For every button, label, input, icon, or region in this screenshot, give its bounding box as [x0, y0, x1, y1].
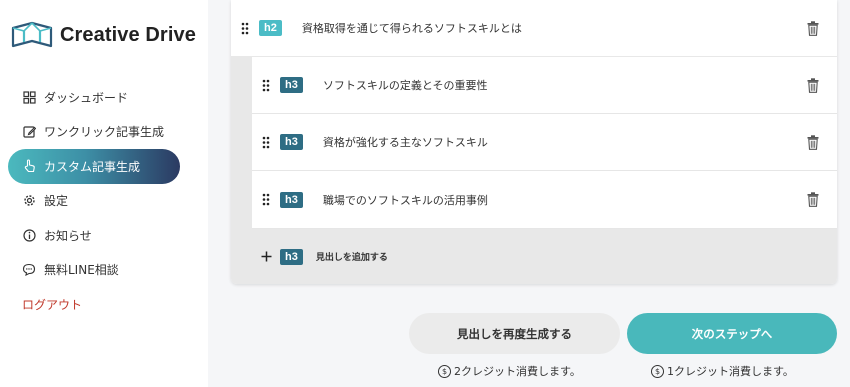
logo-icon [11, 21, 53, 48]
sidebar-item-custom[interactable]: カスタム記事生成 [8, 149, 180, 184]
credit-text: 2クレジット消費します。 [454, 365, 581, 378]
heading-text[interactable]: ソフトスキルの定義とその重要性 [323, 77, 488, 93]
trash-icon[interactable] [807, 78, 819, 93]
next-button-label: 次のステップへ [691, 326, 773, 341]
edit-icon [22, 125, 36, 139]
drag-handle-icon[interactable] [261, 135, 271, 149]
credit-coin-icon: $ [438, 364, 451, 378]
logout-link[interactable]: ログアウト [8, 287, 180, 322]
pointer-hand-icon [22, 159, 36, 173]
outline-card: h2 資格取得を通じて得られるソフトスキルとは h3 ソフトスキルの定義とその重… [231, 0, 837, 284]
drag-handle-icon[interactable] [261, 193, 271, 207]
sidebar-item-label: カスタム記事生成 [44, 159, 141, 174]
add-heading-row[interactable]: h3 見出しを追加する [252, 229, 837, 284]
heading-text[interactable]: 資格取得を通じて得られるソフトスキルとは [302, 20, 522, 36]
add-heading-label[interactable]: 見出しを追加する [316, 250, 388, 263]
next-credit-note: $ 1クレジット消費します。 [651, 363, 794, 379]
sidebar-item-label: ワンクリック記事生成 [44, 125, 165, 140]
sidebar-item-line-consult[interactable]: 無料LINE相談 [8, 253, 180, 288]
heading-level-badge: h3 [280, 191, 303, 208]
sidebar-item-label: ダッシュボード [44, 90, 129, 105]
grid-icon [22, 90, 36, 104]
drag-handle-icon[interactable] [240, 21, 250, 35]
outline-row-h3[interactable]: h3 ソフトスキルの定義とその重要性 [252, 57, 837, 114]
sidebar-item-label: 設定 [44, 194, 69, 209]
outline-row-h3[interactable]: h3 職場でのソフトスキルの活用事例 [252, 171, 837, 229]
info-icon [22, 228, 36, 242]
logout-label: ログアウト [22, 297, 83, 312]
regenerate-credit-note: $ 2クレジット消費します。 [438, 363, 581, 379]
next-step-button[interactable]: 次のステップへ [627, 313, 837, 354]
sidebar-item-label: お知らせ [44, 228, 92, 243]
drag-handle-icon[interactable] [261, 78, 271, 92]
outline-row-h2[interactable]: h2 資格取得を通じて得られるソフトスキルとは [231, 0, 837, 57]
heading-level-badge[interactable]: h3 [280, 248, 303, 265]
nesting-indent [231, 57, 252, 284]
heading-level-badge: h3 [280, 134, 303, 150]
sidebar-item-settings[interactable]: 設定 [8, 184, 180, 219]
regenerate-headings-button[interactable]: 見出しを再度生成する [409, 313, 620, 354]
gear-icon [22, 194, 36, 208]
trash-icon[interactable] [807, 135, 819, 150]
sidebar-item-label: 無料LINE相談 [44, 263, 119, 278]
outline-row-h3[interactable]: h3 資格が強化する主なソフトスキル [252, 114, 837, 171]
sidebar: Creative Drive ダッシュボード ワンクリック記事生成 カスタム記事… [0, 0, 208, 387]
heading-text[interactable]: 資格が強化する主なソフトスキル [323, 134, 488, 150]
regenerate-button-label: 見出しを再度生成する [457, 326, 572, 341]
credit-text: 1クレジット消費します。 [667, 365, 794, 378]
heading-text[interactable]: 職場でのソフトスキルの活用事例 [323, 192, 488, 208]
heading-level-badge: h2 [259, 20, 282, 36]
sidebar-item-one-click[interactable]: ワンクリック記事生成 [8, 115, 180, 150]
trash-icon[interactable] [807, 21, 819, 36]
credit-coin-icon: $ [651, 364, 664, 378]
sidebar-nav: ダッシュボード ワンクリック記事生成 カスタム記事生成 設定 お知らせ 無料LI… [8, 80, 180, 322]
trash-icon[interactable] [807, 192, 819, 207]
sidebar-item-dashboard[interactable]: ダッシュボード [8, 80, 180, 115]
chat-icon [22, 263, 36, 277]
brand-logo[interactable]: Creative Drive [10, 20, 196, 50]
heading-level-badge: h3 [280, 77, 303, 93]
brand-name: Creative Drive [60, 23, 196, 46]
plus-icon[interactable] [261, 246, 275, 267]
sidebar-item-news[interactable]: お知らせ [8, 218, 180, 253]
